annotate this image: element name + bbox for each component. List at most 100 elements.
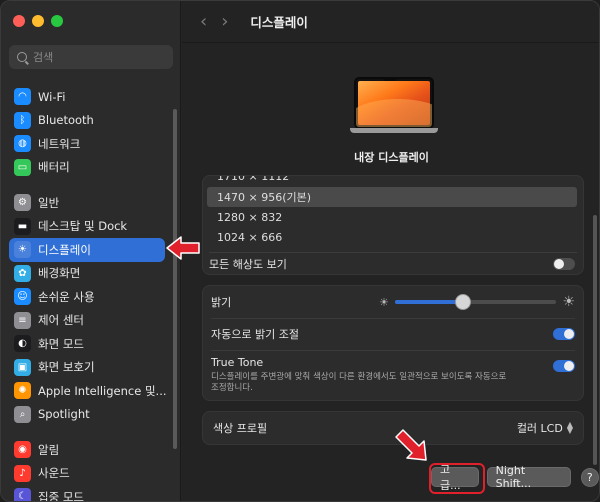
sidebar-item[interactable]: ◍ 네트워크 — [9, 132, 165, 156]
speaker-icon: ♪ — [14, 464, 31, 482]
apple-intelligence-icon: ✺ — [14, 382, 31, 400]
sidebar-item-label: Bluetooth — [38, 113, 94, 128]
sidebar-item-label: Spotlight — [38, 407, 90, 422]
close-button[interactable] — [13, 15, 25, 27]
auto-brightness-toggle[interactable] — [553, 328, 575, 340]
updown-chevron-icon: ▲ ▼ — [566, 420, 573, 435]
slider-track[interactable] — [394, 294, 557, 310]
divider — [211, 318, 575, 319]
color-profile-label: 색상 프로필 — [213, 422, 268, 435]
brightness-row: 밝기 ☀ ☀ — [211, 293, 575, 311]
sidebar-item[interactable]: ≡ 제어 센터 — [9, 309, 165, 333]
sidebar-item[interactable]: ▭ 배터리 — [9, 156, 165, 180]
brightness-label: 밝기 — [211, 296, 232, 309]
slider-knob[interactable] — [454, 294, 471, 310]
page-title: 디스플레이 — [250, 15, 308, 30]
truetone-description: 디스플레이를 주변광에 맞춰 색상이 다른 환경에서도 일관적으로 보이도록 자… — [211, 372, 507, 393]
sidebar-item[interactable]: ▣ 화면 보호기 — [9, 356, 165, 380]
minimize-button[interactable] — [32, 15, 44, 27]
night-shift-button[interactable]: Night Shift... — [486, 464, 571, 490]
sidebar-item[interactable]: ☾ 집중 모드 — [9, 485, 165, 501]
screensaver-icon: ▣ — [14, 358, 31, 376]
help-button[interactable]: ? — [580, 467, 599, 487]
sidebar-item[interactable]: ✺ Apple Intelligence 및... — [9, 379, 167, 403]
sidebar-item[interactable]: ᛒ Bluetooth — [9, 109, 165, 133]
sun-large-icon: ☀ — [562, 294, 575, 310]
sidebar-item[interactable]: ☀ 디스플레이 — [9, 238, 165, 262]
main-pane: ‹ › 디스플레이 내장 디스플레이 1710 × 1112 1470 × 956… — [182, 1, 599, 501]
divider — [209, 252, 577, 253]
sidebar-item-label: 화면 보호기 — [38, 360, 95, 375]
resolution-option[interactable]: 1024 × 666 — [207, 228, 577, 249]
resolution-option[interactable]: 1710 × 1112 — [207, 176, 577, 187]
search-input[interactable] — [33, 50, 153, 64]
sun-icon: ☀ — [14, 241, 31, 259]
flower-icon: ✿ — [14, 264, 31, 282]
control-center-icon: ≡ — [14, 311, 31, 329]
sidebar-item[interactable]: ▬ 데스크탑 및 Dock — [9, 215, 165, 239]
sidebar-item-label: 제어 센터 — [38, 313, 84, 328]
show-all-label: 모든 해상도 보기 — [209, 258, 287, 271]
truetone-toggle[interactable] — [553, 360, 575, 372]
sidebar-item-label: 디스플레이 — [38, 242, 91, 257]
resolution-panel: 1710 × 1112 1470 × 956(기본) 1280 × 832 1024 … — [202, 175, 584, 275]
sidebar-item-label: 배경화면 — [38, 266, 81, 281]
sidebar-item[interactable]: ⌕ Spotlight — [9, 403, 165, 427]
sidebar-item-label: 사운드 — [38, 466, 70, 481]
wifi-icon: ◠ — [14, 88, 31, 106]
sidebar-item[interactable]: ☺ 손쉬운 사용 — [9, 285, 165, 309]
sidebar-item[interactable]: ⚙ 일반 — [9, 191, 165, 215]
brightness-slider[interactable]: ☀ ☀ — [379, 294, 575, 310]
resolution-option[interactable]: 1280 × 832 — [207, 207, 577, 228]
sidebar-item-label: 일반 — [38, 195, 60, 210]
search-field[interactable] — [9, 45, 173, 69]
appearance-icon: ◐ — [14, 335, 31, 353]
moon-icon: ☾ — [14, 488, 31, 501]
bell-icon: ◉ — [14, 441, 31, 459]
sidebar-item[interactable]: ◐ 화면 모드 — [9, 332, 165, 356]
color-profile-select[interactable]: 컬러 LCD ▲ ▼ — [517, 420, 573, 436]
sidebar-scrollbar[interactable] — [173, 109, 177, 449]
sidebar-item-label: 배터리 — [38, 160, 70, 175]
laptop-icon[interactable] — [350, 77, 438, 135]
auto-brightness-label: 자동으로 밝기 조절 — [211, 328, 299, 341]
divider — [211, 350, 575, 351]
slider-fill — [394, 300, 463, 304]
globe-icon: ◍ — [14, 135, 31, 153]
resolution-option[interactable]: 1470 × 956(기본) — [207, 186, 577, 207]
truetone-row: True Tone 디스플레이를 주변광에 맞춰 색상이 다른 환경에서도 일관… — [211, 356, 575, 394]
sidebar-item[interactable]: ◉ 알림 — [9, 438, 165, 462]
color-profile-value: 컬러 LCD — [516, 422, 563, 435]
sidebar-item[interactable]: ♪ 사운드 — [9, 462, 165, 486]
annotation-arrow-down-right-icon — [395, 429, 427, 461]
sidebar-item-label: 화면 모드 — [38, 336, 84, 351]
display-preview: 내장 디스플레이 — [182, 43, 599, 175]
battery-icon: ▭ — [14, 158, 31, 176]
sidebar: ◠ Wi-Fi ᛒ Bluetooth ◍ 네트워크 ▭ 배터리 ⚙ 일반 ▬ 데스크탑 및 Dock… — [1, 1, 181, 501]
sidebar-item-label: 손쉬운 사용 — [38, 289, 95, 304]
accessibility-icon: ☺ — [14, 288, 31, 306]
sidebar-item-label: 알림 — [38, 442, 60, 457]
window-controls — [13, 15, 63, 27]
sidebar-group: ◉ 알림 ♪ 사운드 ☾ 집중 모드 — [9, 438, 165, 501]
content-scrollbar[interactable] — [593, 215, 597, 465]
search-icon — [17, 52, 27, 62]
sidebar-group: ◠ Wi-Fi ᛒ Bluetooth ◍ 네트워크 ▭ 배터리 — [9, 85, 165, 179]
annotation-arrow-left-icon — [166, 236, 200, 260]
sidebar-item-label: 데스크탑 및 Dock — [38, 219, 128, 234]
sidebar-group: ⚙ 일반 ▬ 데스크탑 및 Dock ☀ 디스플레이 ✿ 배경화면 ☺ 손쉬운 사용 ≡ 제어 센터 ◐… — [9, 191, 167, 427]
sidebar-item[interactable]: ✿ 배경화면 — [9, 262, 165, 286]
show-all-row: 모든 해상도 보기 — [209, 254, 575, 274]
spotlight-icon: ⌕ — [14, 405, 31, 423]
sun-small-icon: ☀ — [379, 295, 389, 309]
zoom-button[interactable] — [51, 15, 63, 27]
forward-button[interactable]: › — [221, 12, 228, 31]
back-button[interactable]: ‹ — [200, 12, 207, 31]
sidebar-item-label: Wi-Fi — [38, 89, 66, 104]
truetone-label: True Tone — [211, 356, 264, 369]
sidebar-item-label: Apple Intelligence 및... — [38, 383, 167, 398]
sidebar-list: ◠ Wi-Fi ᛒ Bluetooth ◍ 네트워크 ▭ 배터리 ⚙ 일반 ▬ 데스크탑 및 Dock… — [9, 85, 167, 501]
sidebar-item[interactable]: ◠ Wi-Fi — [9, 85, 165, 109]
sidebar-item-label: 네트워크 — [38, 136, 81, 151]
show-all-toggle[interactable] — [553, 258, 575, 270]
